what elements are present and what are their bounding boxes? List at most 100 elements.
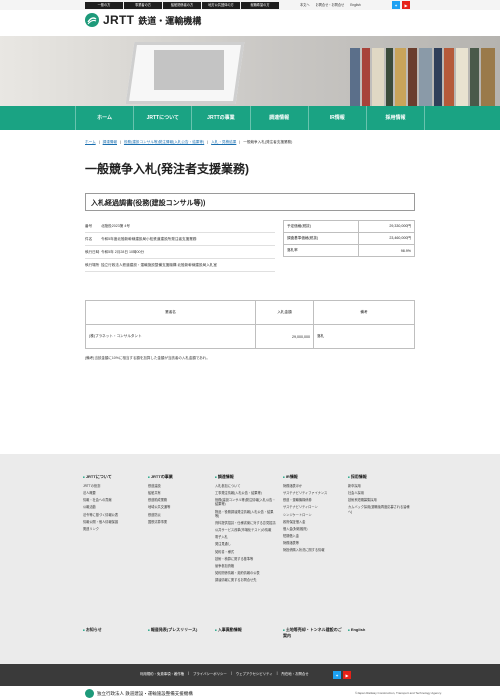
footer-link[interactable]: 法令等に基づく情報公表 [83, 513, 145, 517]
footer-land-link[interactable]: 土地等売却・トンネル建設のご案内 [283, 627, 343, 639]
info-row: 番号 北陸役2023第 4号 [85, 220, 275, 233]
price-label: 予定価格(税抜) [283, 220, 359, 233]
audience-link[interactable]: 一般の方 [85, 1, 123, 9]
price-value: 29,330,000円 [357, 220, 416, 233]
footer-link[interactable]: 調達情報に関するお問合せ先 [215, 578, 277, 582]
organization-name: 独立行政法人 鉄道建設・運輸施設整備支援機構 [97, 690, 193, 696]
breadcrumb-link[interactable]: 入札・見積結果 [211, 140, 236, 145]
footer-bar-link[interactable]: ウェブアクセシビリティ [236, 671, 273, 676]
skip-link[interactable]: 本文へ [300, 2, 310, 9]
footer-english-link[interactable]: English [348, 627, 365, 632]
bookshelf-illustration [330, 36, 500, 106]
footer-bar-link[interactable]: 所在地・お問合せ [282, 671, 309, 676]
footer-link[interactable]: 関連リンク [83, 527, 145, 531]
nav-recruit[interactable]: 採用情報 [367, 106, 426, 130]
footer-link[interactable]: 財投債購入状況に関する情報 [283, 548, 345, 552]
table-row: 予定価格(税抜) 29,330,000円 [283, 220, 416, 233]
info-label: 執行日時 [85, 249, 100, 254]
footer-link[interactable]: 工事発注情報(入札公告・結果等) [215, 491, 277, 495]
breadcrumb-link[interactable]: ホーム [85, 140, 96, 145]
column-header-amount: 入札金額 [255, 300, 314, 325]
footer-column-title[interactable]: JRTTの事業 [148, 474, 210, 480]
footer-link[interactable]: 借入金(財政融資) [283, 527, 345, 531]
footer-column-title[interactable]: IR情報 [283, 474, 345, 480]
footer-link[interactable]: 法人概要 [83, 491, 145, 495]
footer-sns-links: ✦ ▶ [333, 671, 351, 679]
footer-link[interactable]: 公共サービス改革(市場化テスト)の情報 [215, 528, 277, 532]
site-logo[interactable]: JRTT 鉄道・運輸機構 [85, 13, 201, 27]
footer-link[interactable]: 鉄道・運輸機構債券 [283, 498, 345, 502]
top-utility-bar: 一般の方 事業者の方 船舶関係者の方 地方公共団体の方 就職希望の方 本文へ お… [0, 0, 500, 10]
breadcrumb-link[interactable]: 役務(建設コンサル等)発注情報(入札公告・結果等) [124, 140, 204, 145]
footer-link[interactable]: 鉄道助成業務 [148, 498, 210, 502]
footer-link[interactable]: 物品・役務調達発注情報(入札公告・結果等) [215, 510, 277, 518]
footer-link[interactable]: 財務諸表ほか [283, 484, 345, 488]
footer-link[interactable]: 船舶共有 [148, 491, 210, 495]
section-heading: 入札経過調書(役務(建設コンサル等)) [85, 193, 415, 211]
footer-link[interactable]: 資料提供招請・仕様書案に対する意見招請 [215, 521, 277, 525]
footer-link[interactable]: 入札参加について [215, 484, 277, 488]
twitter-icon[interactable]: ✦ [392, 1, 400, 9]
audience-link[interactable]: 事業者の方 [124, 1, 162, 9]
footer-link[interactable]: 技術系短期募集採用 [348, 498, 410, 502]
footer-link[interactable]: 契約関係情報・契約情報の公表 [215, 571, 277, 575]
price-value: 98.9% [357, 244, 416, 257]
footer-link[interactable]: 短期借入金 [283, 534, 345, 538]
footer-link[interactable]: 競争参加資格 [215, 564, 277, 568]
footer-link[interactable]: 社会人採用 [348, 491, 410, 495]
info-value: 令和5年 2月28日 10時00分 [101, 249, 145, 254]
english-link[interactable]: English [350, 2, 360, 9]
footer-link[interactable]: 鉄道建設 [148, 484, 210, 488]
nav-business[interactable]: JRTTの事業 [192, 106, 251, 130]
twitter-icon[interactable]: ✦ [333, 671, 341, 679]
info-row: 執行日時 令和5年 2月28日 10時00分 [85, 246, 275, 259]
footer-link[interactable]: 情報・社会への貢献 [83, 498, 145, 502]
nav-ir[interactable]: IR情報 [309, 106, 367, 130]
nav-home[interactable]: ホーム [75, 106, 135, 130]
nav-procurement[interactable]: 調達情報 [251, 106, 309, 130]
contact-link[interactable]: お問合せ・お問合せ [316, 2, 345, 9]
footer-link[interactable]: 財務諸表等 [283, 541, 345, 545]
breadcrumb-separator: | [98, 140, 100, 144]
footer-column-title[interactable]: 採用情報 [348, 474, 410, 480]
breadcrumb-current: 一般競争入札(発注者支援業務) [243, 140, 293, 144]
footer-link[interactable]: 鉄道防災 [148, 513, 210, 517]
footer-link[interactable]: シンジケートローン [283, 513, 345, 517]
footer-column-title[interactable]: JRTTについて [83, 474, 145, 480]
footer-link[interactable]: 電子入札 [215, 535, 277, 539]
footer-link[interactable]: 政府保証借入金 [283, 520, 345, 524]
remarks-note: (備考)当該金額に10%に相当する額を加算した金額が当該者の入札金額であれ。 [85, 356, 210, 360]
audience-link[interactable]: 就職希望の方 [241, 1, 279, 9]
footer-link[interactable]: 公報活動 [83, 505, 145, 509]
info-value: 独立行政法人鉄道建設・運輸施設整備支援機構 北陸新幹線建設局入札室 [101, 262, 217, 267]
footer-link[interactable]: 地域公共交通等 [148, 505, 210, 509]
note-cell: 落札 [313, 324, 415, 349]
audience-link[interactable]: 地方公共団体の方 [202, 1, 240, 9]
footer-link[interactable]: サステナビリティローン [283, 505, 345, 509]
footer-link[interactable]: 発注見通し [215, 542, 277, 546]
footer-bar-link[interactable]: 利用規約・免責事項・著作権 [140, 671, 184, 676]
footer-column-title[interactable]: 調達情報 [215, 474, 277, 480]
footer-press-link[interactable]: 報道発表(プレスリリース) [148, 627, 197, 633]
footer-news-link[interactable]: お知らせ [83, 627, 102, 633]
info-label: 番号 [85, 223, 93, 228]
footer-link[interactable]: 技術・積算に関する基準等 [215, 557, 277, 561]
footer-link[interactable]: 契約書・様式 [215, 550, 277, 554]
footer-link[interactable]: JRTTの役割 [83, 484, 145, 488]
footer-bar-separator: | [276, 671, 278, 675]
footer-logo[interactable]: 独立行政法人 鉄道建設・運輸施設整備支援機構 [85, 689, 193, 698]
youtube-icon[interactable]: ▶ [402, 1, 410, 9]
youtube-icon[interactable]: ▶ [343, 671, 351, 679]
footer-link[interactable]: 役務(建設コンサル等)発注情報(入札公告・結果等) [215, 498, 277, 506]
footer-link[interactable]: 国鉄清算事業 [148, 520, 210, 524]
footer-link[interactable]: 情報公開・個人情報保護 [83, 520, 145, 524]
footer-personnel-link[interactable]: 入事異動情報 [215, 627, 242, 633]
nav-about[interactable]: JRTTについて [134, 106, 193, 130]
footer-column-business: JRTTの事業 鉄道建設 船舶共有 鉄道助成業務 地域公共交通等 鉄道防災 国鉄… [148, 474, 210, 527]
footer-bar-link[interactable]: プライバシーポリシー [193, 671, 227, 676]
footer-link[interactable]: サステナビリティファイナンス [283, 491, 345, 495]
footer-link[interactable]: 新卒採用 [348, 484, 410, 488]
footer-link[interactable]: カムバック採用(退職後再度応募される皆様へ) [348, 505, 410, 513]
audience-link[interactable]: 船舶関係者の方 [163, 1, 201, 9]
breadcrumb-link[interactable]: 調達情報 [103, 140, 117, 145]
